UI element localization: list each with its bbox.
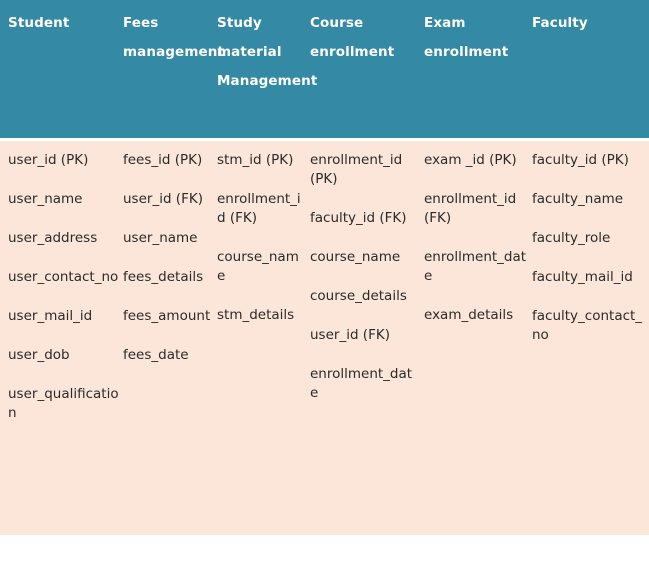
field-item: enrollment_id (FK) [217, 191, 301, 226]
field-item: user_qualification [8, 386, 119, 421]
field-item: fees_id (PK) [123, 152, 203, 168]
field-item: faculty_id (PK) [532, 152, 629, 168]
field-item: user_dob [8, 347, 70, 363]
column-header-course-enrollment: Course enrollment [310, 15, 395, 60]
column-header-study-material-management: Study material Management [217, 15, 318, 89]
field-item: stm_id (PK) [217, 152, 294, 168]
field-item: stm_details [217, 307, 295, 323]
field-item: fees_amount [123, 308, 211, 324]
field-item: enrollment_id (PK) [310, 152, 403, 187]
column-fields-fees-management: fees_id (PK) user_id (FK) user_name fees… [123, 151, 213, 365]
field-item: user_address [8, 230, 98, 246]
field-item: exam_details [424, 307, 514, 323]
field-item: faculty_id (FK) [310, 210, 407, 226]
field-item: course_name [310, 249, 401, 265]
field-item: faculty_mail_id [532, 269, 633, 285]
field-item: user_id (PK) [8, 152, 89, 168]
field-item: faculty_role [532, 230, 611, 246]
field-item: user_id (FK) [123, 191, 203, 207]
field-item: user_name [123, 230, 198, 246]
column-header-student: Student [8, 15, 70, 31]
column-fields-study-material-management: stm_id (PK) enrollment_id (FK) course_na… [217, 151, 305, 325]
column-fields-exam-enrollment: exam _id (PK) enrollment_id (FK) enrollm… [424, 151, 528, 325]
field-item: user_mail_id [8, 308, 93, 324]
field-item: user_contact_no [8, 269, 119, 285]
field-item: fees_details [123, 269, 204, 285]
field-item: faculty_contact_no [532, 308, 643, 343]
column-fields-course-enrollment: enrollment_id (PK) faculty_id (FK) cours… [310, 151, 418, 403]
field-item: enrollment_date [424, 249, 527, 284]
table-header-row: Student Fees management Study material M… [0, 0, 649, 138]
column-fields-faculty: faculty_id (PK) faculty_name faculty_rol… [532, 151, 644, 345]
field-item: user_name [8, 191, 83, 207]
database-schema-table: Student Fees management Study material M… [0, 0, 649, 535]
column-header-faculty: Faculty [532, 15, 588, 31]
field-item: course_name [217, 249, 299, 284]
field-item: course_details [310, 288, 407, 304]
table-body-row: user_id (PK) user_name user_address user… [0, 141, 649, 535]
field-item: exam _id (PK) [424, 152, 517, 168]
column-header-fees-management: Fees management [123, 15, 225, 60]
field-item: faculty_name [532, 191, 624, 207]
field-item: enrollment_id (FK) [424, 191, 517, 226]
column-fields-student: user_id (PK) user_name user_address user… [8, 151, 120, 423]
column-header-exam-enrollment: Exam enrollment [424, 15, 509, 60]
field-item: enrollment_date [310, 366, 413, 401]
field-item: user_id (FK) [310, 327, 390, 343]
field-item: fees_date [123, 347, 189, 363]
